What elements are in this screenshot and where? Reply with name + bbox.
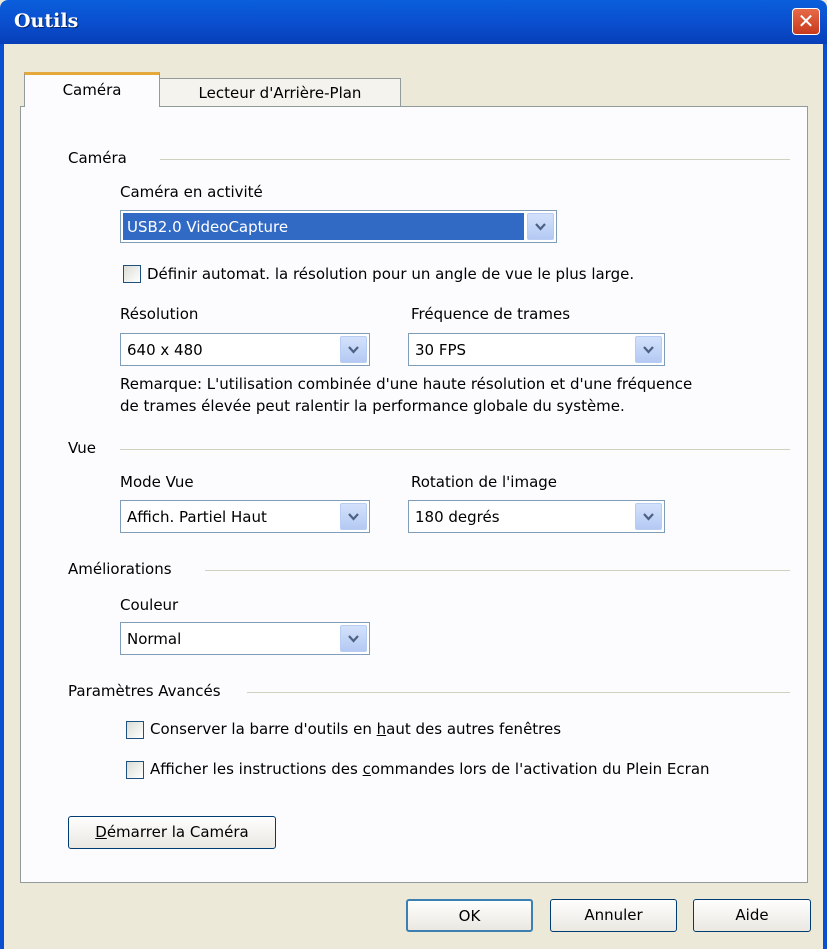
active-camera-value: USB2.0 VideoCapture bbox=[127, 218, 289, 236]
section-title-advanced: Paramètres Avancés bbox=[68, 682, 221, 700]
ok-button[interactable]: OK bbox=[406, 899, 533, 932]
cancel-button[interactable]: Annuler bbox=[550, 899, 677, 932]
rotation-label: Rotation de l'image bbox=[411, 473, 558, 491]
performance-note-line-2: de trames élevée peut ralentir la perfor… bbox=[120, 397, 625, 415]
window-frame-right bbox=[823, 44, 827, 949]
section-divider-advanced bbox=[247, 692, 790, 693]
section-divider-enhancements bbox=[205, 570, 790, 571]
window-title: Outils bbox=[14, 10, 79, 32]
close-button[interactable]: ✕ bbox=[792, 8, 820, 35]
rotation-dropdown[interactable]: 180 degrés bbox=[408, 500, 665, 533]
chevron-down-icon[interactable] bbox=[340, 336, 367, 363]
section-title-camera: Caméra bbox=[68, 149, 127, 167]
tab-background-player[interactable]: Lecteur d'Arrière-Plan bbox=[159, 78, 401, 107]
title-bar bbox=[0, 0, 827, 44]
keep-on-top-label-part-1: Conserver la barre d'outils en bbox=[150, 720, 377, 738]
show-instructions-label: Afficher les instructions des commandes … bbox=[150, 760, 710, 778]
keep-on-top-label: Conserver la barre d'outils en haut des … bbox=[150, 720, 561, 738]
chevron-down-icon[interactable] bbox=[635, 336, 662, 363]
keep-on-top-mnemonic: h bbox=[376, 720, 387, 738]
view-mode-value: Affich. Partiel Haut bbox=[127, 508, 267, 526]
active-camera-dropdown[interactable]: USB2.0 VideoCapture bbox=[120, 210, 557, 243]
chevron-down-icon[interactable] bbox=[340, 625, 367, 652]
show-instructions-checkbox[interactable] bbox=[126, 761, 144, 779]
keep-on-top-checkbox[interactable] bbox=[126, 721, 144, 739]
color-dropdown[interactable]: Normal bbox=[120, 622, 370, 655]
window-frame-left bbox=[0, 44, 4, 949]
auto-resolution-label: Définir automat. la résolution pour un a… bbox=[147, 265, 635, 283]
resolution-dropdown[interactable]: 640 x 480 bbox=[120, 333, 370, 366]
resolution-value: 640 x 480 bbox=[127, 341, 203, 359]
framerate-value: 30 FPS bbox=[415, 341, 467, 359]
section-divider-camera bbox=[160, 159, 790, 160]
chevron-down-icon[interactable] bbox=[527, 213, 554, 240]
rotation-value: 180 degrés bbox=[415, 508, 500, 526]
tab-camera[interactable]: Caméra bbox=[24, 72, 160, 107]
show-instructions-label-part-1: Afficher les instructions des bbox=[150, 760, 363, 778]
start-camera-label: émarrer la Caméra bbox=[106, 823, 249, 841]
active-camera-label: Caméra en activité bbox=[120, 183, 263, 201]
performance-note-line-1: Remarque: L'utilisation combinée d'une h… bbox=[120, 375, 693, 393]
color-label: Couleur bbox=[120, 596, 179, 614]
chevron-down-icon[interactable] bbox=[635, 503, 662, 530]
section-title-view: Vue bbox=[68, 439, 96, 457]
show-instructions-mnemonic: c bbox=[362, 760, 371, 778]
keep-on-top-label-part-2: aut des autres fenêtres bbox=[386, 720, 562, 738]
section-divider-view bbox=[120, 449, 790, 450]
section-title-enhancements: Améliorations bbox=[68, 560, 172, 578]
view-mode-dropdown[interactable]: Affich. Partiel Haut bbox=[120, 500, 370, 533]
color-value: Normal bbox=[127, 630, 182, 648]
start-camera-button[interactable]: Démarrer la Caméra bbox=[68, 816, 276, 849]
framerate-label: Fréquence de trames bbox=[411, 305, 571, 323]
resolution-label: Résolution bbox=[120, 305, 199, 323]
view-mode-label: Mode Vue bbox=[120, 473, 194, 491]
auto-resolution-checkbox[interactable] bbox=[123, 265, 141, 283]
chevron-down-icon[interactable] bbox=[340, 503, 367, 530]
start-camera-mnemonic: D bbox=[95, 823, 107, 841]
show-instructions-label-part-2: ommandes lors de l'activation du Plein E… bbox=[370, 760, 710, 778]
help-button[interactable]: Aide bbox=[693, 899, 811, 932]
framerate-dropdown[interactable]: 30 FPS bbox=[408, 333, 665, 366]
